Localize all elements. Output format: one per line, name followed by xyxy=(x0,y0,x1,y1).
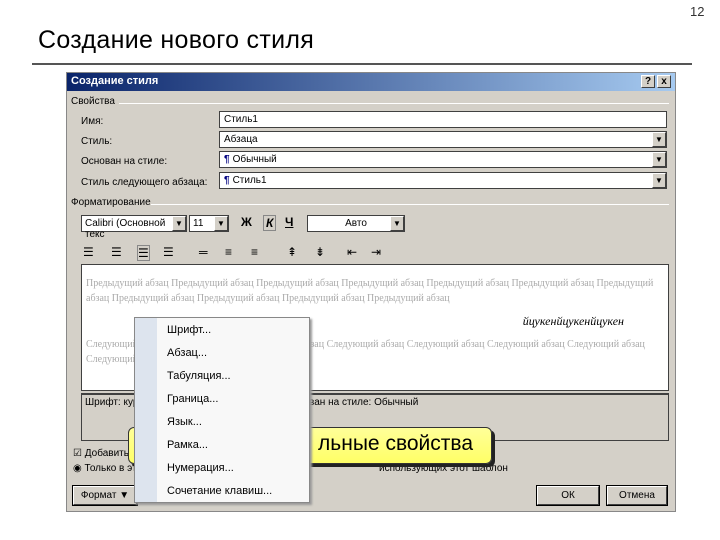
preview-previous-text: Предыдущий абзац Предыдущий абзац Предыд… xyxy=(86,278,654,304)
menu-item-paragraph[interactable]: Абзац... xyxy=(167,347,207,359)
align-left-icon[interactable]: ☰ xyxy=(83,245,94,259)
properties-group-label: Свойства xyxy=(71,96,115,107)
double-spacing-icon[interactable]: ≡ xyxy=(251,245,258,259)
formatting-group-label: Форматирование xyxy=(71,197,151,208)
chevron-down-icon[interactable]: ▼ xyxy=(390,216,404,231)
menu-item-font[interactable]: Шрифт... xyxy=(167,324,211,336)
chevron-down-icon[interactable]: ▼ xyxy=(214,216,228,231)
one-half-spacing-icon[interactable]: ≡ xyxy=(225,245,232,259)
divider xyxy=(119,103,669,104)
chevron-down-icon[interactable]: ▼ xyxy=(652,132,666,147)
add-checkbox[interactable]: ☑ Добавить xyxy=(73,448,129,459)
name-label: Имя: xyxy=(81,116,104,127)
next-style-select[interactable]: ¶ Стиль1 ▼ xyxy=(219,172,667,189)
style-type-value: Абзаца xyxy=(224,134,258,145)
align-center-icon[interactable]: ☰ xyxy=(111,245,122,259)
menu-item-tabs[interactable]: Табуляция... xyxy=(167,370,231,382)
add-checkbox-label: Добавить xyxy=(84,448,129,459)
menu-icon-strip xyxy=(135,318,157,502)
increase-indent-icon[interactable]: ⇥ xyxy=(371,245,381,259)
style-type-label: Стиль: xyxy=(81,136,113,147)
underline-button[interactable]: Ч xyxy=(285,215,293,229)
space-after-icon[interactable]: ⇟ xyxy=(315,245,325,259)
radio-template-label: использующих этот шаблон xyxy=(379,463,508,474)
page-number: 12 xyxy=(690,4,705,19)
based-on-label: Основан на стиле: xyxy=(81,156,168,167)
chevron-down-icon[interactable]: ▼ xyxy=(652,152,666,167)
dialog-titlebar: Создание стиля xyxy=(67,73,675,91)
based-on-select[interactable]: ¶ Обычный ▼ xyxy=(219,151,667,168)
menu-item-border[interactable]: Граница... xyxy=(167,393,218,405)
size-value: 11 xyxy=(193,218,204,229)
cancel-button[interactable]: Отмена xyxy=(606,485,668,506)
based-on-value: Обычный xyxy=(232,154,277,165)
name-input[interactable]: Стиль1 xyxy=(219,111,667,128)
align-right-icon[interactable]: ☰ xyxy=(137,245,150,261)
color-value: Авто xyxy=(345,218,367,229)
close-button[interactable]: x xyxy=(657,75,671,88)
font-select[interactable]: Calibri (Основной текс ▼ xyxy=(81,215,187,240)
chevron-down-icon[interactable]: ▼ xyxy=(172,216,186,231)
menu-item-frame[interactable]: Рамка... xyxy=(167,439,208,451)
next-style-label: Стиль следующего абзаца: xyxy=(81,177,208,188)
format-menu: Шрифт... Абзац... Табуляция... Граница..… xyxy=(134,317,310,503)
pilcrow-icon: ¶ xyxy=(224,175,230,186)
color-select[interactable]: Авто ▼ xyxy=(307,215,405,232)
size-select[interactable]: 11 ▼ xyxy=(189,215,229,232)
ok-button[interactable]: ОК xyxy=(536,485,600,506)
menu-item-language[interactable]: Язык... xyxy=(167,416,202,428)
italic-button[interactable]: К xyxy=(263,215,277,231)
pilcrow-icon: ¶ xyxy=(224,154,230,165)
font-value: Calibri (Основной текс xyxy=(85,218,166,240)
slide-title: Создание нового стиля xyxy=(38,26,315,54)
decrease-indent-icon[interactable]: ⇤ xyxy=(347,245,357,259)
chevron-down-icon[interactable]: ▼ xyxy=(652,173,666,188)
divider xyxy=(151,204,669,205)
dialog-title: Создание стиля xyxy=(71,75,159,87)
justify-icon[interactable]: ☰ xyxy=(163,245,174,259)
space-before-icon[interactable]: ⇞ xyxy=(287,245,297,259)
menu-item-numbering[interactable]: Нумерация... xyxy=(167,462,234,474)
menu-item-shortcut[interactable]: Сочетание клавиш... xyxy=(167,485,272,497)
next-style-value: Стиль1 xyxy=(232,175,267,186)
title-divider xyxy=(32,63,692,65)
bold-button[interactable]: Ж xyxy=(241,215,252,229)
help-button[interactable]: ? xyxy=(641,75,655,88)
format-button[interactable]: Формат ▼ xyxy=(72,485,138,506)
style-type-select[interactable]: Абзаца ▼ xyxy=(219,131,667,148)
single-spacing-icon[interactable]: ═ xyxy=(199,245,208,259)
name-value: Стиль1 xyxy=(224,114,258,125)
